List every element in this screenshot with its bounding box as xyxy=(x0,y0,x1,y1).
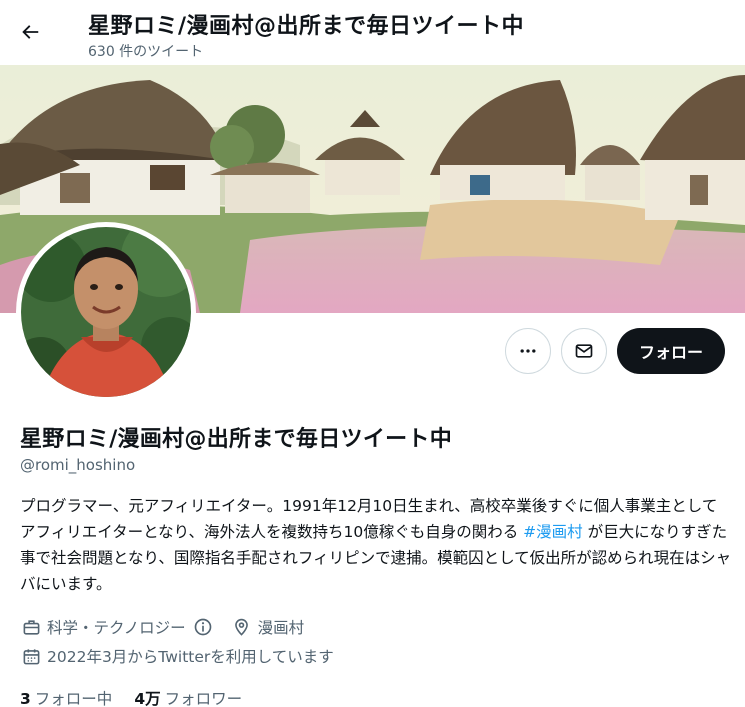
profile-handle: @romi_hoshino xyxy=(20,456,136,474)
profile-name: 星野ロミ/漫画村@出所まで毎日ツイート中 xyxy=(20,427,453,452)
profile-bio: プログラマー、元アフィリエイター。1991年12月10日生まれ、高校卒業後すぐに… xyxy=(20,493,732,597)
profile-category: 科学・テクノロジー xyxy=(47,619,186,637)
header-title: 星野ロミ/漫画村@出所まで毎日ツイート中 xyxy=(88,14,525,39)
calendar-icon xyxy=(20,645,42,667)
follow-button[interactable]: フォロー xyxy=(616,328,725,374)
follow-stats: 3 フォロー中 4万 フォロワー xyxy=(20,687,242,707)
profile-meta-row: 科学・テクノロジー 漫画村 xyxy=(20,616,304,638)
back-button[interactable] xyxy=(12,14,48,50)
briefcase-icon xyxy=(20,616,42,638)
message-button[interactable] xyxy=(560,328,607,374)
more-button[interactable] xyxy=(504,328,551,374)
arrow-left-icon xyxy=(22,25,39,39)
profile-joined-row: 2022年3月からTwitterを利用しています xyxy=(20,645,334,667)
info-icon[interactable] xyxy=(192,616,214,638)
location-pin-icon xyxy=(231,616,253,638)
profile-avatar[interactable] xyxy=(16,222,196,402)
followers-count: 4万 xyxy=(134,690,161,707)
envelope-icon xyxy=(575,344,593,358)
profile-joined-date: 2022年3月からTwitterを利用しています xyxy=(47,648,334,666)
profile-header: 星野ロミ/漫画村@出所まで毎日ツイート中 630 件のツイート xyxy=(0,0,745,65)
bio-hashtag-link[interactable]: #漫画村 xyxy=(523,523,583,541)
more-horizontal-icon xyxy=(520,349,536,353)
profile-actions: フォロー xyxy=(504,328,725,374)
followers-link[interactable]: 4万 フォロワー xyxy=(134,687,242,707)
followers-label: フォロワー xyxy=(164,690,243,707)
following-label: フォロー中 xyxy=(34,690,113,707)
profile-location: 漫画村 xyxy=(257,619,305,637)
following-link[interactable]: 3 フォロー中 xyxy=(20,687,112,707)
following-count: 3 xyxy=(20,690,31,707)
avatar-photo xyxy=(21,227,191,397)
tweet-count: 630 件のツイート xyxy=(88,44,204,60)
